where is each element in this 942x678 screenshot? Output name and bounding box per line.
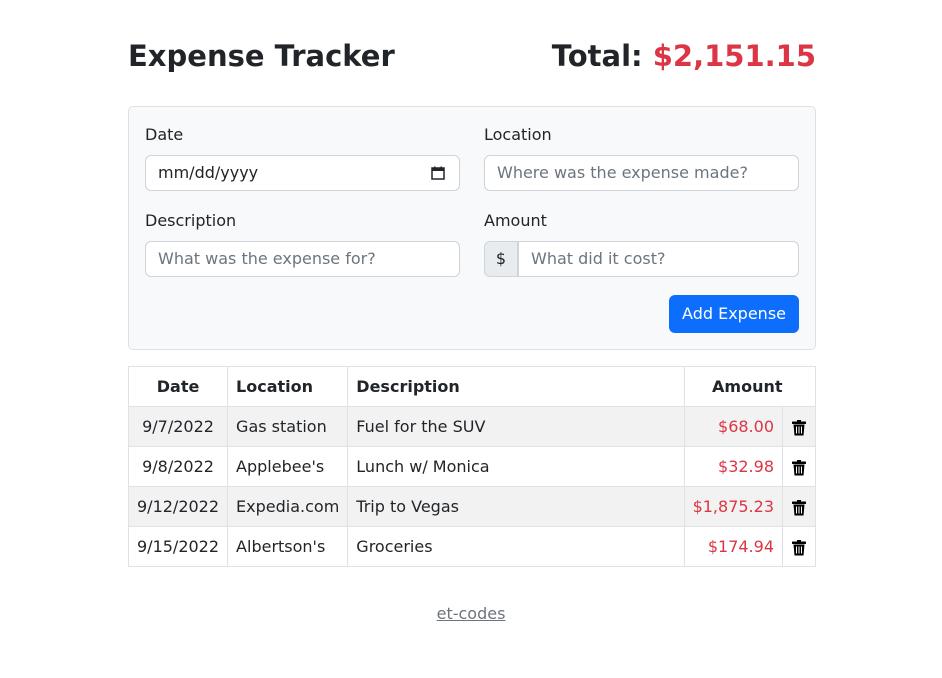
trash-icon[interactable] (792, 419, 806, 436)
delete-cell (782, 406, 816, 447)
trash-icon[interactable] (792, 499, 806, 516)
row-description: Fuel for the SUV (347, 406, 685, 447)
expense-table: Date Location Description Amount 9/7/202… (127, 366, 816, 567)
date-input[interactable]: mm/dd/yyyy (145, 155, 460, 191)
row-location: Expedia.com (227, 486, 349, 527)
row-description: Groceries (347, 526, 685, 567)
date-label: Date (145, 125, 184, 144)
description-placeholder: What was the expense for? (158, 249, 376, 268)
delete-cell (782, 526, 816, 567)
table-row: 9/7/2022 Gas station Fuel for the SUV $6… (127, 406, 816, 447)
location-placeholder: Where was the expense made? (497, 163, 748, 182)
currency-prefix: $ (484, 241, 518, 277)
row-location: Applebee's (227, 446, 349, 487)
total-value: $2,151.15 (652, 39, 816, 73)
amount-input[interactable]: What did it cost? (518, 241, 799, 277)
expense-rows: 9/7/2022 Gas station Fuel for the SUV $6… (127, 406, 816, 567)
total-display: Total: $2,151.15 (552, 36, 816, 76)
header-location: Location (227, 366, 349, 407)
amount-label: Amount (484, 211, 547, 230)
location-label: Location (484, 125, 552, 144)
add-expense-button[interactable]: Add Expense (669, 295, 799, 333)
trash-icon[interactable] (792, 539, 806, 556)
calendar-icon[interactable] (431, 166, 445, 180)
row-description: Trip to Vegas (347, 486, 685, 527)
row-description: Lunch w/ Monica (347, 446, 685, 487)
row-location: Albertson's (227, 526, 349, 567)
amount-placeholder: What did it cost? (531, 249, 666, 268)
header-amount: Amount (683, 366, 783, 407)
header-date: Date (127, 366, 229, 407)
row-amount: $68.00 (683, 406, 784, 447)
footer-link[interactable]: et-codes (437, 604, 506, 623)
header-actions (782, 366, 816, 407)
row-date: 9/15/2022 (127, 526, 229, 567)
location-input[interactable]: Where was the expense made? (484, 155, 799, 191)
trash-icon[interactable] (792, 459, 806, 476)
table-header-row: Date Location Description Amount (127, 366, 816, 407)
expense-form: Date mm/dd/yyyy Location Where was the e… (128, 106, 816, 350)
footer: et-codes (0, 604, 942, 623)
description-input[interactable]: What was the expense for? (145, 241, 460, 277)
row-amount: $174.94 (683, 526, 784, 567)
date-input-value: mm/dd/yyyy (158, 163, 259, 182)
row-location: Gas station (227, 406, 349, 447)
table-row: 9/8/2022 Applebee's Lunch w/ Monica $32.… (127, 446, 816, 487)
row-date: 9/12/2022 (127, 486, 229, 527)
row-date: 9/7/2022 (127, 406, 229, 447)
row-amount: $32.98 (683, 446, 784, 487)
header-description: Description (347, 366, 685, 407)
table-row: 9/15/2022 Albertson's Groceries $174.94 (127, 526, 816, 567)
delete-cell (782, 486, 816, 527)
description-label: Description (145, 211, 237, 230)
row-date: 9/8/2022 (127, 446, 229, 487)
delete-cell (782, 446, 816, 487)
row-amount: $1,875.23 (683, 486, 784, 527)
header: Expense Tracker Total: $2,151.15 (128, 36, 816, 76)
total-label: Total: (551, 39, 643, 73)
page-title: Expense Tracker (128, 39, 395, 73)
table-row: 9/12/2022 Expedia.com Trip to Vegas $1,8… (127, 486, 816, 527)
